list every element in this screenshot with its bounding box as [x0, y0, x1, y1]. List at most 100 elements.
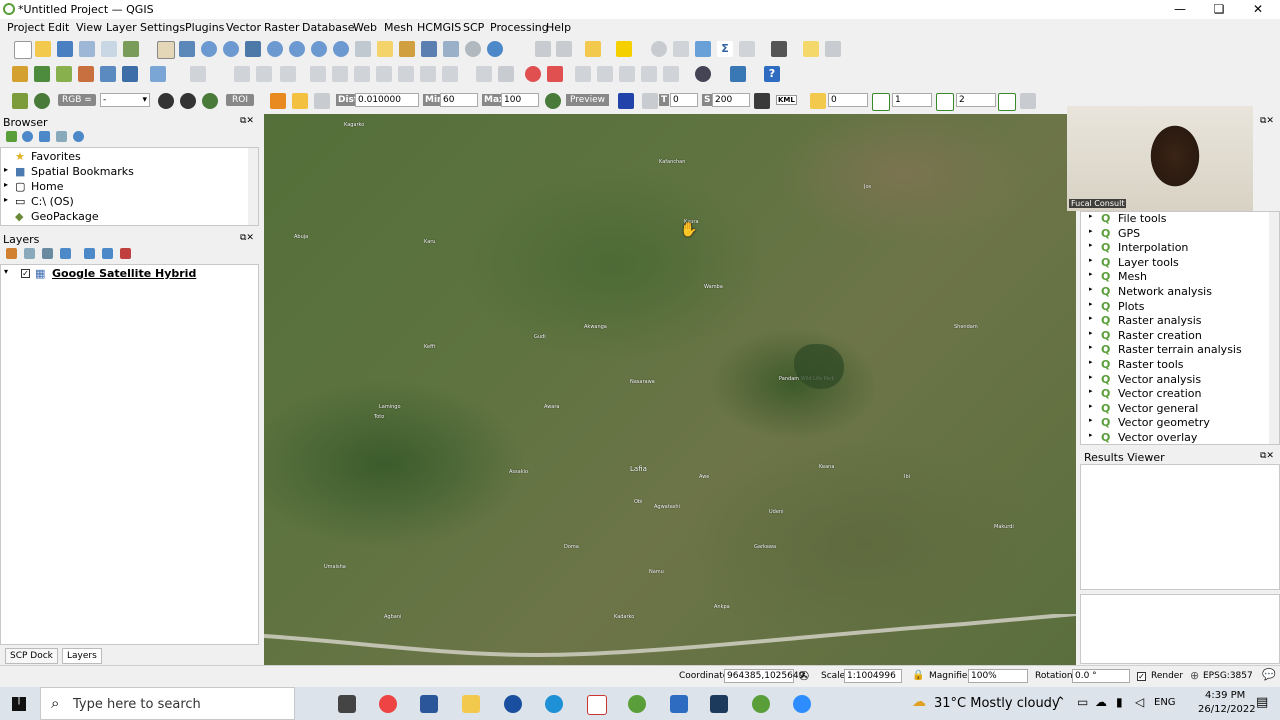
windows-start-icon[interactable] — [12, 697, 26, 711]
add-selected-icon[interactable] — [6, 131, 17, 142]
abc-label-icon[interactable] — [547, 66, 563, 82]
word-icon[interactable] — [420, 695, 438, 713]
scp-main-icon[interactable] — [12, 93, 28, 109]
zoom-out-icon[interactable] — [223, 41, 239, 57]
taskbar-search-box[interactable]: ⌕ Type here to search — [40, 687, 295, 720]
menu-view[interactable]: View — [76, 21, 102, 34]
pan-map-icon[interactable] — [157, 41, 175, 59]
menu-settings[interactable]: Settings — [140, 21, 185, 34]
value-3-input[interactable]: 2 — [956, 93, 996, 107]
zoom-in-icon[interactable] — [201, 41, 217, 57]
menu-web[interactable]: Web — [353, 21, 377, 34]
remove-layer-icon[interactable] — [120, 248, 131, 259]
t-input[interactable]: 0 — [670, 93, 698, 107]
menu-raster[interactable]: Raster — [264, 21, 299, 34]
render-checkbox[interactable]: ✓ — [1137, 672, 1146, 681]
redo-icon[interactable] — [442, 66, 458, 82]
open-attribute-table-icon[interactable] — [651, 41, 667, 57]
outlook-icon[interactable] — [710, 695, 728, 713]
min-input[interactable]: 60 — [440, 93, 478, 107]
layer-styling-icon[interactable] — [6, 248, 17, 259]
zoom-last-icon[interactable] — [333, 41, 349, 57]
toggle-extents-icon[interactable]: ✇ — [799, 669, 809, 683]
cloud-icon[interactable]: ☁ — [1095, 695, 1107, 709]
zoom-full-icon[interactable] — [245, 41, 261, 57]
tray-expand-icon[interactable]: ⌃ — [1055, 695, 1066, 710]
scp-play-1-icon[interactable] — [872, 93, 890, 111]
python-console-icon[interactable] — [730, 66, 746, 82]
mail-icon[interactable] — [670, 695, 688, 713]
select-value-icon[interactable] — [556, 41, 572, 57]
menu-plugins[interactable]: Plugins — [185, 21, 224, 34]
filter-browser-icon[interactable] — [39, 131, 50, 142]
task-view-icon[interactable] — [338, 695, 356, 713]
preview-button[interactable]: Preview — [566, 94, 610, 106]
processing-scrollbar[interactable] — [1269, 212, 1279, 444]
edge-icon[interactable] — [545, 695, 563, 713]
delete-selected-icon[interactable] — [332, 66, 348, 82]
undo-icon[interactable] — [420, 66, 436, 82]
menu-layer[interactable]: Layer — [106, 21, 137, 34]
value-1-input[interactable]: 0 — [828, 93, 868, 107]
scp-bandset-icon[interactable] — [810, 93, 826, 109]
messages-icon[interactable]: 💬 — [1262, 668, 1276, 681]
new-map-view-icon[interactable] — [377, 41, 393, 57]
processing-toolbox-icon[interactable] — [695, 41, 711, 57]
manage-themes-icon[interactable] — [42, 248, 53, 259]
layers-close-icon[interactable]: ⧉✕ — [240, 233, 254, 243]
magnifier-field[interactable]: 100% — [968, 669, 1028, 683]
processing-close-icon[interactable]: ⧉✕ — [1260, 116, 1274, 126]
scp-add-roi-icon[interactable] — [292, 93, 308, 109]
qgis-app-icon[interactable] — [628, 695, 646, 713]
menu-help[interactable]: Help — [546, 21, 571, 34]
save-edits-icon[interactable] — [256, 66, 272, 82]
scp-zoom-icon[interactable] — [34, 93, 50, 109]
qgis-running-icon[interactable] — [752, 695, 770, 713]
maximize-button[interactable]: ❏ — [1199, 0, 1239, 19]
scp-band-set-icon[interactable] — [754, 93, 770, 109]
max-input[interactable]: 100 — [501, 93, 539, 107]
text-annotation-icon[interactable] — [825, 41, 841, 57]
menu-project[interactable]: Project — [7, 21, 45, 34]
menu-edit[interactable]: Edit — [48, 21, 69, 34]
data-source-manager-icon[interactable] — [12, 66, 28, 82]
select-features-icon[interactable] — [535, 41, 551, 57]
refresh-icon[interactable] — [487, 41, 503, 57]
deselect-icon[interactable] — [585, 41, 601, 57]
save-project-icon[interactable] — [57, 41, 73, 57]
menu-processing[interactable]: Processing — [490, 21, 549, 34]
new-temp-layer-icon[interactable] — [78, 66, 94, 82]
speaker-icon[interactable]: ◁ — [1135, 695, 1144, 709]
lock-scale-icon[interactable]: 🔒 — [912, 670, 924, 681]
current-edits-icon[interactable] — [190, 66, 206, 82]
identify-icon[interactable] — [616, 41, 632, 57]
menu-vector[interactable]: Vector — [226, 21, 261, 34]
s-input[interactable]: 200 — [712, 93, 750, 107]
map-canvas[interactable]: Kagarko Gudi Kaura Kafanchan Makurdi Laf… — [264, 114, 1076, 665]
rotate-label-icon[interactable] — [619, 66, 635, 82]
scp-remove-temp-icon[interactable] — [642, 93, 658, 109]
filter-legend-icon[interactable] — [60, 248, 71, 259]
tab-layers[interactable]: Layers — [62, 648, 102, 664]
label-pin-icon[interactable] — [498, 66, 514, 82]
value-2-input[interactable]: 1 — [892, 93, 932, 107]
scp-settings-icon[interactable] — [1020, 93, 1036, 109]
toggle-editing-icon[interactable] — [234, 66, 250, 82]
file-explorer-icon[interactable] — [462, 695, 480, 713]
collapse-all-icon[interactable] — [56, 131, 67, 142]
scale-field[interactable]: 1:1004996 — [844, 669, 902, 683]
new-project-icon[interactable] — [14, 41, 32, 59]
scp-play-3-icon[interactable] — [998, 93, 1016, 111]
notifications-icon[interactable]: ▤ — [1256, 695, 1268, 710]
snipping-tool-icon[interactable] — [587, 695, 607, 715]
zoom-native-icon[interactable] — [311, 41, 327, 57]
language-indicator[interactable]: ENG — [1154, 697, 1176, 708]
kml-button[interactable]: KML — [776, 95, 797, 105]
measure-line-icon[interactable] — [771, 41, 787, 57]
expand-all-icon[interactable] — [84, 248, 95, 259]
scp-redo-roi-icon[interactable] — [314, 93, 330, 109]
menu-hcmgis[interactable]: HCMGIS — [417, 21, 461, 34]
refresh-browser-icon[interactable] — [22, 131, 33, 142]
minimize-button[interactable]: — — [1160, 0, 1200, 19]
field-calculator-icon[interactable] — [673, 41, 689, 57]
